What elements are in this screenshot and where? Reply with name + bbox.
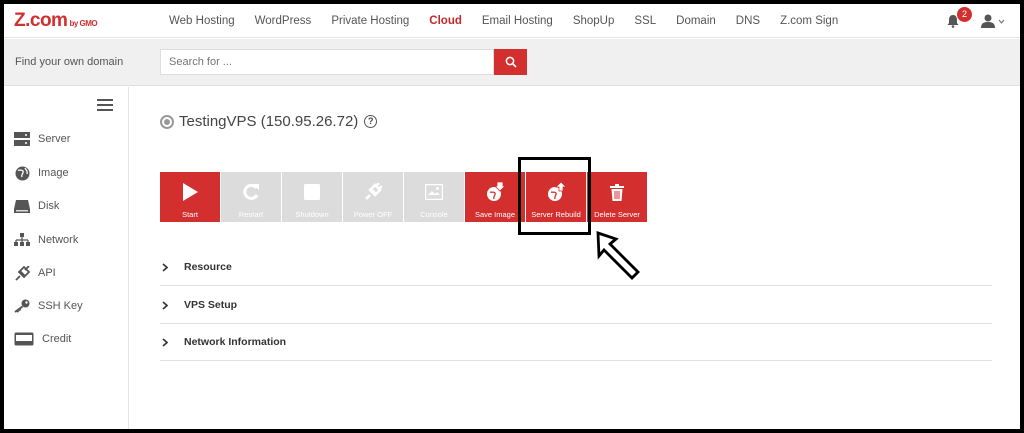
network-icon: [13, 232, 31, 248]
section-label: Resource: [184, 261, 232, 273]
nav-wordpress[interactable]: WordPress: [255, 15, 312, 27]
section-label: Network Information: [184, 336, 287, 348]
restart-icon: [241, 182, 261, 202]
console-button[interactable]: Console: [404, 172, 464, 222]
sidebar-item-label: Network: [38, 234, 79, 246]
main-menu: Web Hosting WordPress Private Hosting Cl…: [169, 4, 858, 38]
button-label: Console: [420, 210, 448, 219]
section-resource[interactable]: Resource: [160, 249, 992, 286]
sidebar-item-api[interactable]: API: [13, 263, 56, 283]
search-button[interactable]: [494, 49, 527, 75]
sidebar: Server Image Disk Network API SSH Key Cr…: [4, 87, 129, 429]
globe-icon: [13, 165, 31, 181]
nav-domain[interactable]: Domain: [676, 15, 716, 27]
sidebar-item-credit[interactable]: Credit: [13, 329, 71, 349]
user-icon[interactable]: [981, 14, 1005, 28]
power-off-button[interactable]: Power OFF: [343, 172, 403, 222]
start-button[interactable]: Start: [160, 172, 220, 222]
notification-badge: 2: [957, 7, 972, 22]
sidebar-item-server[interactable]: Server: [13, 129, 70, 149]
save-image-button[interactable]: Save Image: [465, 172, 525, 222]
domain-search-bar: Find your own domain: [4, 39, 1020, 86]
nav-private-hosting[interactable]: Private Hosting: [331, 15, 409, 27]
credit-card-icon: [13, 331, 35, 347]
save-image-icon: [485, 182, 505, 202]
sidebar-item-label: Credit: [42, 333, 72, 345]
menu-toggle-icon[interactable]: [97, 99, 113, 111]
play-icon: [180, 182, 200, 202]
section-network-information[interactable]: Network Information: [160, 324, 992, 361]
zcom-logo[interactable]: Z.com by GMO: [14, 10, 98, 32]
trash-icon: [607, 182, 627, 202]
button-label: Save Image: [474, 210, 516, 219]
delete-server-button[interactable]: Delete Server: [587, 172, 647, 222]
button-label: Power OFF: [353, 210, 393, 219]
stop-icon: [302, 182, 322, 202]
help-icon[interactable]: ?: [364, 115, 378, 128]
search-icon: [505, 56, 517, 68]
sidebar-item-disk[interactable]: Disk: [13, 196, 59, 216]
button-label: Shutdown: [295, 210, 329, 219]
nav-shopup[interactable]: ShopUp: [573, 15, 615, 27]
chevron-right-icon: [162, 337, 172, 347]
section-vps-setup[interactable]: VPS Setup: [160, 287, 992, 324]
restart-button[interactable]: Restart: [221, 172, 281, 222]
shutdown-button[interactable]: Shutdown: [282, 172, 342, 222]
section-label: VPS Setup: [184, 299, 238, 311]
nav-zcom-sign[interactable]: Z.com Sign: [780, 15, 838, 27]
logo-suffix: by GMO: [69, 19, 98, 28]
status-icon: [160, 114, 174, 129]
key-icon: [13, 298, 31, 314]
page-title: TestingVPS (150.95.26.72): [179, 113, 359, 130]
button-label: Start: [182, 210, 198, 219]
sidebar-item-network[interactable]: Network: [13, 230, 78, 250]
console-icon: [424, 182, 444, 202]
plug-icon: [363, 182, 383, 202]
chevron-right-icon: [162, 300, 172, 310]
sidebar-item-label: Server: [38, 133, 71, 145]
logo-text: Z.com: [14, 10, 68, 31]
server-icon: [13, 131, 31, 147]
button-label: Delete Server: [594, 210, 640, 219]
sidebar-item-image[interactable]: Image: [13, 163, 69, 183]
api-icon: [13, 265, 31, 281]
disk-icon: [13, 198, 31, 214]
nav-web-hosting[interactable]: Web Hosting: [169, 15, 235, 27]
nav-dns[interactable]: DNS: [736, 15, 760, 27]
sidebar-item-label: SSH Key: [38, 300, 83, 312]
sidebar-item-label: Image: [38, 167, 69, 179]
chevron-right-icon: [162, 262, 172, 272]
nav-email-hosting[interactable]: Email Hosting: [482, 15, 553, 27]
vps-title-row: TestingVPS (150.95.26.72) ?: [160, 113, 378, 130]
nav-ssl[interactable]: SSL: [634, 15, 656, 27]
app-window: Z.com by GMO Web Hosting WordPress Privat…: [4, 4, 1020, 429]
domain-search-input[interactable]: [160, 49, 494, 75]
sidebar-item-label: API: [38, 267, 56, 279]
sidebar-item-ssh-key[interactable]: SSH Key: [13, 296, 83, 316]
find-domain-label: Find your own domain: [15, 56, 124, 68]
sidebar-item-label: Disk: [38, 200, 60, 212]
highlight-box: [518, 157, 591, 235]
nav-cloud[interactable]: Cloud: [429, 15, 462, 27]
top-navigation: Z.com by GMO Web Hosting WordPress Privat…: [4, 4, 1020, 38]
button-label: Restart: [238, 210, 264, 219]
